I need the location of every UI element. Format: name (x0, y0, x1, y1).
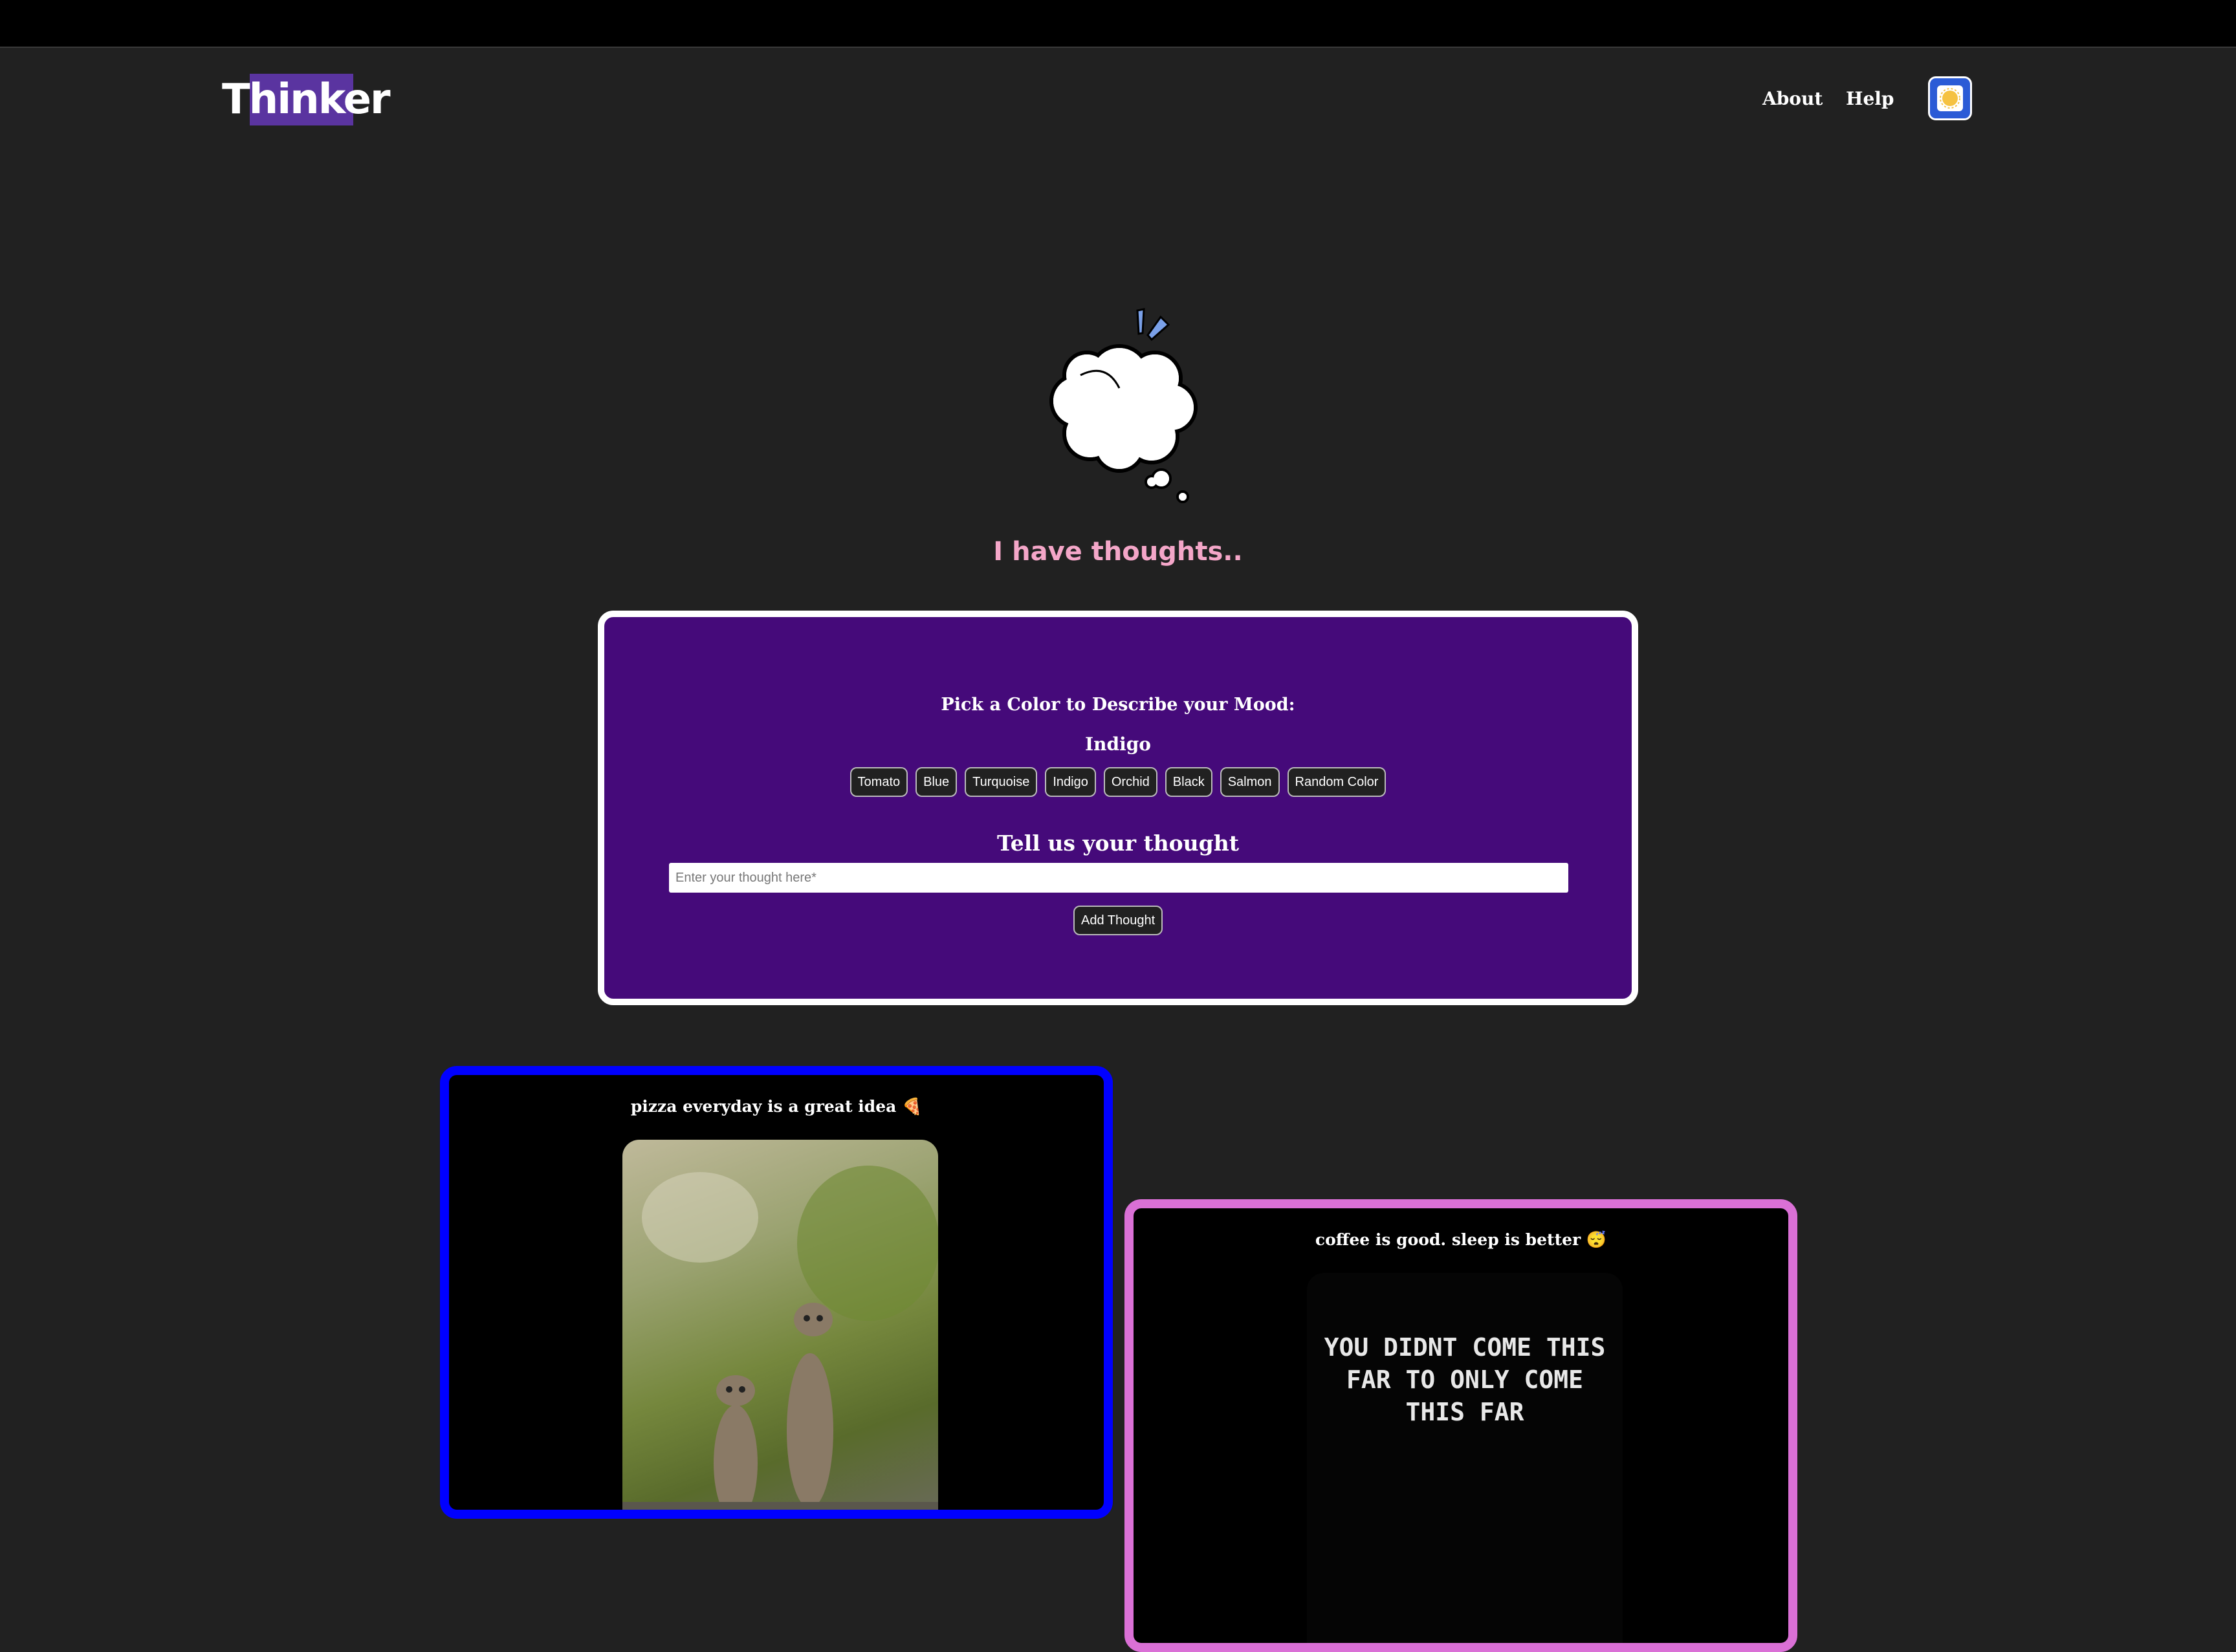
color-picker: Tomato Blue Turquoise Indigo Orchid Blac… (604, 767, 1632, 797)
meme-caption: YOU DIDNT COME THIS FAR TO ONLY COME THI… (1324, 1333, 1606, 1426)
thought-cloud-icon (1049, 308, 1198, 503)
browser-top-bar (0, 0, 2236, 48)
color-button-turquoise[interactable]: Turquoise (965, 767, 1038, 797)
hero-title: I have thoughts.. (993, 537, 1243, 567)
motivational-meme: YOU DIDNT COME THIS FAR TO ONLY COME THI… (1307, 1273, 1623, 1643)
thought-card: pizza everyday is a great idea 🍕 (440, 1066, 1113, 1519)
color-button-salmon[interactable]: Salmon (1220, 767, 1280, 797)
theme-toggle-button[interactable] (1928, 76, 1972, 120)
logo[interactable]: Thinker (222, 71, 391, 128)
sun-icon (1937, 85, 1963, 111)
color-button-random[interactable]: Random Color (1287, 767, 1387, 797)
meerkats-photo (622, 1140, 938, 1510)
nav-help-link[interactable]: Help (1846, 88, 1894, 109)
color-button-orchid[interactable]: Orchid (1103, 767, 1157, 797)
add-thought-button[interactable]: Add Thought (1073, 906, 1163, 935)
color-button-tomato[interactable]: Tomato (849, 767, 908, 797)
color-button-indigo[interactable]: Indigo (1045, 767, 1096, 797)
thought-input[interactable] (669, 863, 1568, 893)
thought-label: Tell us your thought (997, 831, 1239, 856)
thought-form-card: Pick a Color to Describe your Mood: Indi… (598, 611, 1638, 1005)
thought-text: pizza everyday is a great idea 🍕 (630, 1097, 923, 1116)
thought-card: coffee is good. sleep is better 😴 YOU DI… (1124, 1199, 1797, 1652)
logo-text: Thinker (222, 76, 391, 124)
thought-text: coffee is good. sleep is better 😴 (1315, 1230, 1607, 1249)
meerkat-figures (622, 1166, 938, 1510)
nav-about-link[interactable]: About (1762, 88, 1823, 109)
selected-color-label: Indigo (1085, 734, 1151, 755)
color-button-black[interactable]: Black (1165, 767, 1212, 797)
mood-label: Pick a Color to Describe your Mood: (941, 695, 1295, 715)
color-button-blue[interactable]: Blue (915, 767, 958, 797)
